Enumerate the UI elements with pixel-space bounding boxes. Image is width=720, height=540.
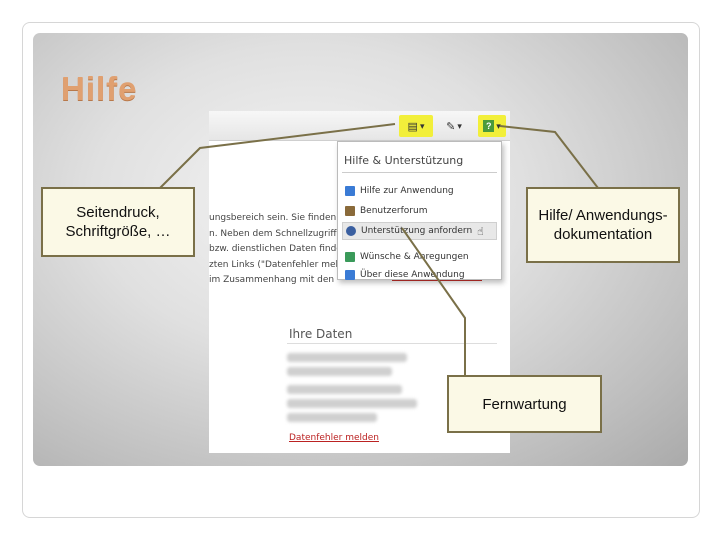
section-title: Ihre Daten xyxy=(289,327,353,341)
chevron-down-icon: ▾ xyxy=(419,120,425,131)
callout-remote-support: Fernwartung xyxy=(447,375,602,433)
menu-item-support[interactable]: Unterstützung anfordern ☝ xyxy=(342,222,497,240)
body-text: ungsbereich sein. Sie finden auf n. Nebe… xyxy=(209,211,363,289)
body-line: n. Neben dem Schnellzugriff hab xyxy=(209,228,357,239)
menu-item-label: Hilfe zur Anwendung xyxy=(360,186,454,196)
tools-icon: ✎ xyxy=(446,120,456,133)
forum-icon xyxy=(345,206,355,216)
print-settings-button[interactable]: ▤ ▾ xyxy=(399,115,433,137)
help-icon xyxy=(345,186,355,196)
suggestion-icon xyxy=(345,252,355,262)
menu-item-label: Unterstützung anfordern xyxy=(361,226,473,236)
tools-button[interactable]: ✎ ▾ xyxy=(439,115,469,137)
chevron-down-icon: ▾ xyxy=(457,120,462,131)
menu-item-help[interactable]: Hilfe zur Anwendung xyxy=(342,182,497,200)
callout-text: Seitendruck, Schriftgröße, … xyxy=(65,204,171,240)
callout-help-docs: Hilfe/ Anwendungs-dokumentation xyxy=(526,187,680,263)
help-menu: Hilfe & Unterstützung Hilfe zur Anwendun… xyxy=(337,141,502,280)
blurred-data xyxy=(287,385,402,394)
callout-print-font: Seitendruck, Schriftgröße, … xyxy=(41,187,195,257)
print-settings-icon: ▤ xyxy=(407,120,418,133)
slide-title: Hilfe xyxy=(61,70,138,107)
cursor-icon: ☝ xyxy=(477,224,484,238)
section-divider xyxy=(287,343,497,344)
body-line: ungsbereich sein. Sie finden auf xyxy=(209,213,354,223)
body-line: zten Links ("Datenfehler melden") xyxy=(209,259,363,270)
menu-item-suggestions[interactable]: Wünsche & Anregungen xyxy=(342,248,497,266)
menu-item-label: Über diese Anwendung xyxy=(360,270,465,280)
app-toolbar: ▤ ▾ ✎ ▾ ? ▾ xyxy=(209,111,510,141)
help-button[interactable]: ? ▾ xyxy=(478,115,506,137)
blurred-data xyxy=(287,353,407,362)
info-icon xyxy=(345,270,355,280)
help-icon: ? xyxy=(483,120,495,132)
blurred-data xyxy=(287,399,417,408)
menu-item-forum[interactable]: Benutzerforum xyxy=(342,202,497,220)
blurred-data xyxy=(287,367,392,376)
menu-item-about[interactable]: Über diese Anwendung xyxy=(342,266,497,284)
blurred-data xyxy=(287,413,377,422)
callout-text: Hilfe/ Anwendungs-dokumentation xyxy=(538,207,668,243)
report-data-error-link[interactable]: Datenfehler melden xyxy=(289,433,379,443)
help-menu-divider xyxy=(342,172,497,173)
menu-item-label: Wünsche & Anregungen xyxy=(360,252,469,262)
chevron-down-icon: ▾ xyxy=(496,120,501,131)
menu-item-label: Benutzerforum xyxy=(360,206,428,216)
body-line: im Zusammenhang mit den xyxy=(209,275,335,285)
callout-text: Fernwartung xyxy=(482,395,567,413)
support-person-icon xyxy=(346,226,356,236)
body-line: bzw. dienstlichen Daten finden S xyxy=(209,244,357,254)
help-menu-title: Hilfe & Unterstützung xyxy=(344,154,464,167)
